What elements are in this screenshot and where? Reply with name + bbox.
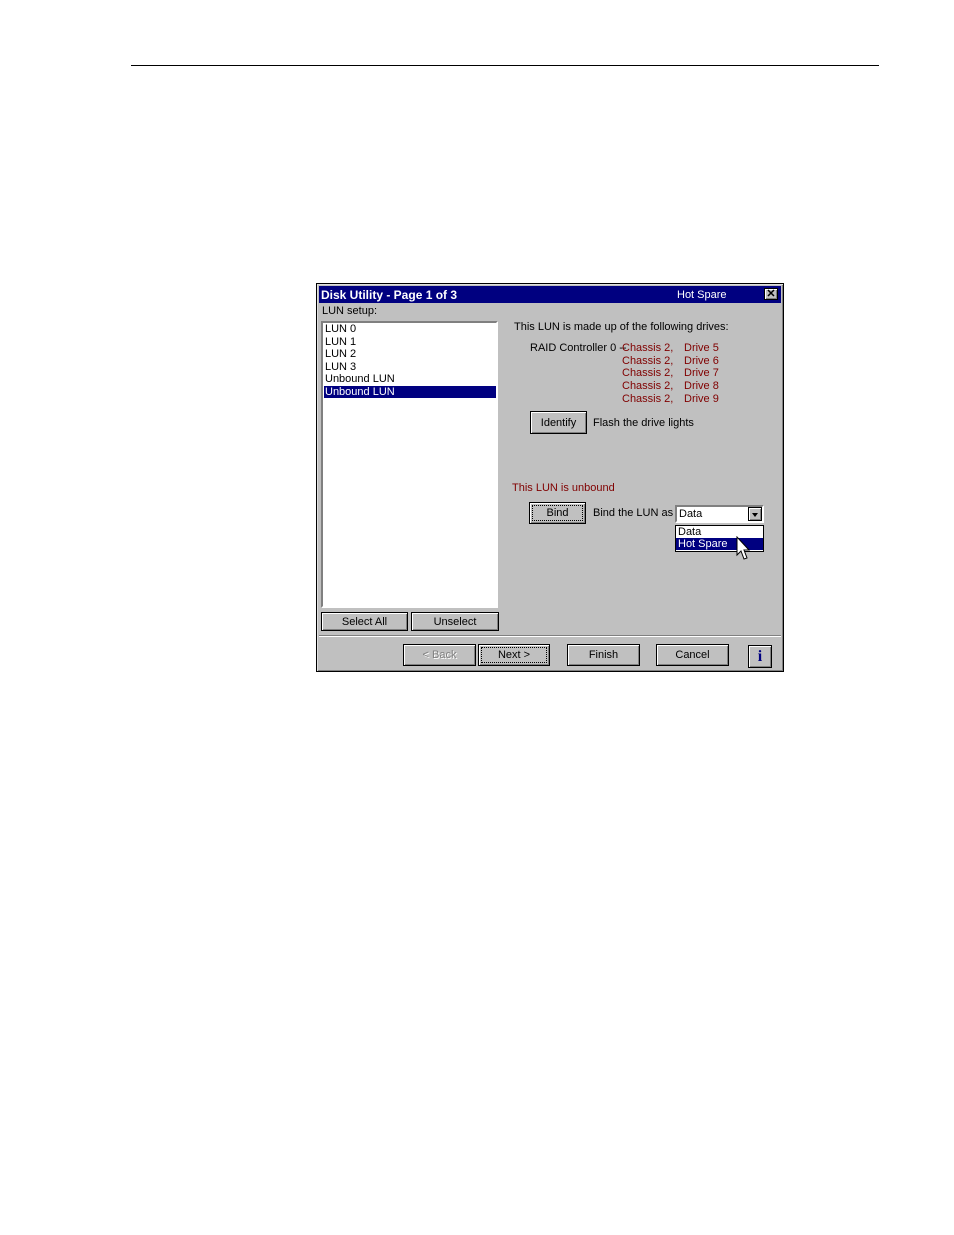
- page-rule: [131, 65, 879, 66]
- lun-setup-label: LUN setup:: [322, 305, 378, 317]
- drive-number: Drive 9: [684, 392, 719, 405]
- drive-chassis: Chassis 2,: [622, 380, 674, 393]
- bind-description: Bind the LUN as: [593, 507, 674, 519]
- unselect-button[interactable]: Unselect: [411, 612, 499, 631]
- raid-controller-label: RAID Controller 0 --: [530, 342, 627, 354]
- bind-button[interactable]: Bind: [529, 502, 586, 524]
- title-bar[interactable]: Disk Utility - Page 1 of 3 Hot Spare ✕: [319, 286, 781, 303]
- close-button[interactable]: ✕: [764, 288, 778, 300]
- bind-type-value: Data: [679, 508, 703, 520]
- next-button[interactable]: Next >: [478, 644, 550, 666]
- select-all-button[interactable]: Select All: [321, 612, 408, 631]
- drive-chassis: Chassis 2,: [622, 392, 674, 405]
- identify-description: Flash the drive lights: [593, 417, 694, 429]
- footer-separator: [319, 635, 781, 637]
- drive-number: Drive 5: [684, 342, 719, 354]
- list-item[interactable]: Unbound LUN: [324, 373, 496, 386]
- bind-type-select[interactable]: Data: [675, 505, 764, 523]
- window-title: Disk Utility - Page 1 of 3: [321, 288, 458, 302]
- mouse-pointer-icon: [736, 536, 751, 560]
- drive-number: Drive 7: [684, 367, 719, 380]
- info-icon: i: [757, 648, 763, 665]
- drive-number: Drive 8: [684, 380, 719, 393]
- drive-number: Drive 6: [684, 354, 719, 367]
- info-button[interactable]: i: [748, 645, 772, 668]
- list-item[interactable]: LUN 2: [324, 348, 496, 361]
- lun-list[interactable]: LUN 0 LUN 1 LUN 2 LUN 3 Unbound LUN Unbound L…: [321, 321, 498, 608]
- drive-chassis: Chassis 2,: [622, 342, 674, 354]
- list-item[interactable]: LUN 1: [324, 336, 496, 349]
- back-button[interactable]: < Back: [403, 644, 476, 666]
- selection-indicator: Hot Spare: [677, 289, 727, 301]
- list-item[interactable]: Unbound LUN: [324, 385, 496, 398]
- identify-button[interactable]: Identify: [530, 411, 587, 434]
- disk-utility-dialog: Disk Utility - Page 1 of 3 Hot Spare ✕ L…: [316, 283, 784, 672]
- unbound-status: This LUN is unbound: [512, 482, 615, 494]
- drive-chassis: Chassis 2,: [622, 367, 674, 380]
- list-item[interactable]: LUN 3: [324, 361, 496, 374]
- chevron-down-icon[interactable]: [748, 507, 762, 521]
- finish-button[interactable]: Finish: [567, 644, 640, 666]
- cancel-button[interactable]: Cancel: [656, 644, 729, 666]
- drive-chassis: Chassis 2,: [622, 354, 674, 367]
- close-icon: ✕: [766, 288, 776, 300]
- list-item[interactable]: LUN 0: [324, 323, 496, 336]
- drives-heading: This LUN is made up of the following dri…: [514, 321, 729, 333]
